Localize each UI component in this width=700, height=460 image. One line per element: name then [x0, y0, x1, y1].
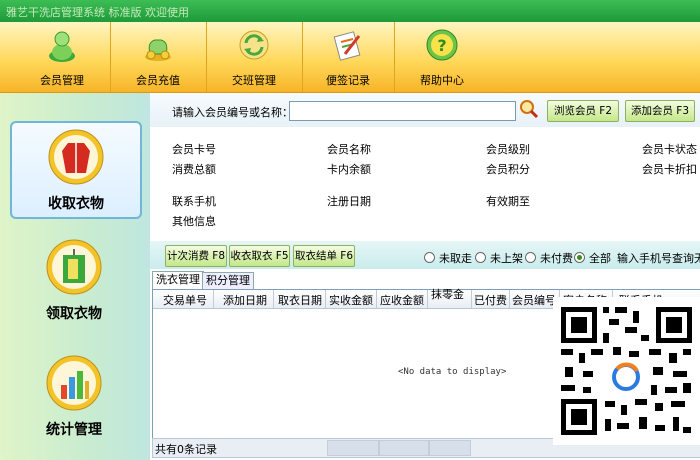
chart-icon [46, 355, 102, 411]
info-name-label: 会员名称 [327, 143, 371, 156]
radio-circle [574, 252, 585, 263]
radio-label: 全部 [589, 252, 611, 265]
notepad-icon [333, 31, 361, 61]
info-points-label: 会员积分 [486, 163, 530, 176]
toolbar-shift-management[interactable]: 交班管理 [206, 22, 303, 92]
info-discount-label: 会员卡折扣 [642, 163, 697, 176]
sidebar-item-label: 收取衣物 [48, 196, 104, 212]
column-header[interactable]: 交易单号 [163, 292, 207, 308]
filter-not-taken-radio[interactable]: 未取走 [424, 250, 472, 266]
member-search-input[interactable] [289, 101, 516, 121]
summary-cell [429, 440, 471, 456]
toolbar-member-management[interactable]: 会员管理 [14, 22, 111, 92]
info-other-label: 其他信息 [172, 215, 216, 228]
toolbar-help-center[interactable]: ? 帮助中心 [394, 22, 490, 92]
toolbar-member-recharge[interactable]: 会员充值 [110, 22, 207, 92]
info-balance-label: 卡内余额 [327, 163, 371, 176]
filter-unpaid-radio[interactable]: 未付费 [525, 250, 573, 266]
info-reg-date-label: 注册日期 [327, 195, 371, 208]
info-card-no-label: 会员卡号 [172, 143, 216, 156]
sidebar-item-label: 领取衣物 [46, 306, 102, 322]
column-divider [273, 290, 274, 308]
window-title: 雅艺干洗店管理系统 标准版 欢迎使用 [6, 6, 189, 19]
title-bar: 雅艺干洗店管理系统 标准版 欢迎使用 [0, 0, 700, 22]
radio-label: 未取走 [439, 252, 472, 265]
summary-cell [327, 440, 379, 456]
column-header[interactable]: 应收金额 [380, 292, 424, 308]
tab-bar: 洗衣管理 积分管理 [150, 271, 700, 290]
phone-query-hint: 输入手机号查询无 [617, 252, 700, 265]
radio-label: 未上架 [490, 252, 523, 265]
summary-cell [379, 440, 429, 456]
qr-code-image [553, 297, 700, 445]
sidebar-item-pickup-clothes[interactable]: 领取衣物 [10, 233, 138, 327]
column-divider [471, 290, 472, 308]
record-count: 共有0条记录 [155, 443, 217, 456]
browse-members-button[interactable]: 浏览会员 F2 [547, 100, 619, 122]
refresh-arrows-icon [239, 30, 269, 60]
money-bag-icon [145, 39, 171, 61]
toolbar-label: 便签记录 [326, 74, 370, 87]
search-row: 请输入会员编号或名称： 浏览会员 F2 添加会员 F3 [150, 93, 700, 127]
coat-icon [48, 129, 104, 185]
toolbar-label: 交班管理 [232, 74, 276, 87]
column-divider [427, 290, 428, 308]
garment-bag-icon [46, 239, 102, 295]
sidebar-item-statistics[interactable]: 统计管理 [10, 349, 138, 443]
radio-circle [475, 252, 486, 263]
info-total-spend-label: 消费总额 [172, 163, 216, 176]
column-header[interactable]: 添加日期 [223, 292, 267, 308]
column-header[interactable]: 取衣日期 [278, 292, 322, 308]
add-member-button[interactable]: 添加会员 F3 [625, 100, 695, 122]
collect-clothes-button[interactable]: 收衣取衣 F5 [229, 245, 290, 267]
radio-circle [424, 252, 435, 263]
svg-text:?: ? [437, 36, 446, 55]
tab-points-management[interactable]: 积分管理 [202, 272, 254, 289]
column-header[interactable]: 实收金额 [329, 292, 373, 308]
info-phone-label: 联系手机 [172, 195, 216, 208]
radio-circle [525, 252, 536, 263]
checkout-button[interactable]: 取衣结单 F6 [293, 245, 355, 267]
tab-laundry-management[interactable]: 洗衣管理 [152, 271, 204, 290]
help-icon: ? [426, 29, 458, 61]
column-divider [376, 290, 377, 308]
sidebar-item-collect-clothes[interactable]: 收取衣物 [10, 121, 142, 219]
main-toolbar: 会员管理 会员充值 交班管理 便签记录 ? 帮助中心 [0, 22, 700, 93]
column-header[interactable]: 已付费 [474, 292, 507, 308]
column-header[interactable]: 会员编号 [512, 292, 556, 308]
filter-all-radio[interactable]: 全部 [574, 250, 611, 266]
toolbar-notes[interactable]: 便签记录 [302, 22, 395, 92]
sidebar: 收取衣物 领取衣物 统计管理 [0, 93, 150, 460]
radio-label: 未付费 [540, 252, 573, 265]
info-level-label: 会员级别 [486, 143, 530, 156]
member-info-panel: 会员卡号 会员名称 会员级别 会员卡状态 消费总额 卡内余额 会员积分 会员卡折… [150, 127, 700, 239]
column-header[interactable]: 抹零金 [431, 286, 464, 302]
search-label: 请输入会员编号或名称： [172, 106, 293, 119]
toolbar-label: 会员管理 [40, 74, 84, 87]
filter-not-shelved-radio[interactable]: 未上架 [475, 250, 523, 266]
column-divider [325, 290, 326, 308]
count-spend-button[interactable]: 计次消费 F8 [165, 245, 227, 267]
toolbar-label: 帮助中心 [420, 74, 464, 87]
info-expiry-label: 有效期至 [486, 195, 530, 208]
member-icon [49, 31, 75, 62]
column-divider [213, 290, 214, 308]
column-divider [509, 290, 510, 308]
action-row: 计次消费 F8 收衣取衣 F5 取衣结单 F6 未取走 未上架 未付费 全部 输… [150, 241, 700, 269]
sidebar-item-label: 统计管理 [46, 422, 102, 438]
info-card-status-label: 会员卡状态 [642, 143, 697, 156]
search-icon[interactable] [519, 99, 539, 119]
empty-grid-message: <No data to display> [398, 367, 507, 377]
toolbar-label: 会员充值 [136, 74, 180, 87]
